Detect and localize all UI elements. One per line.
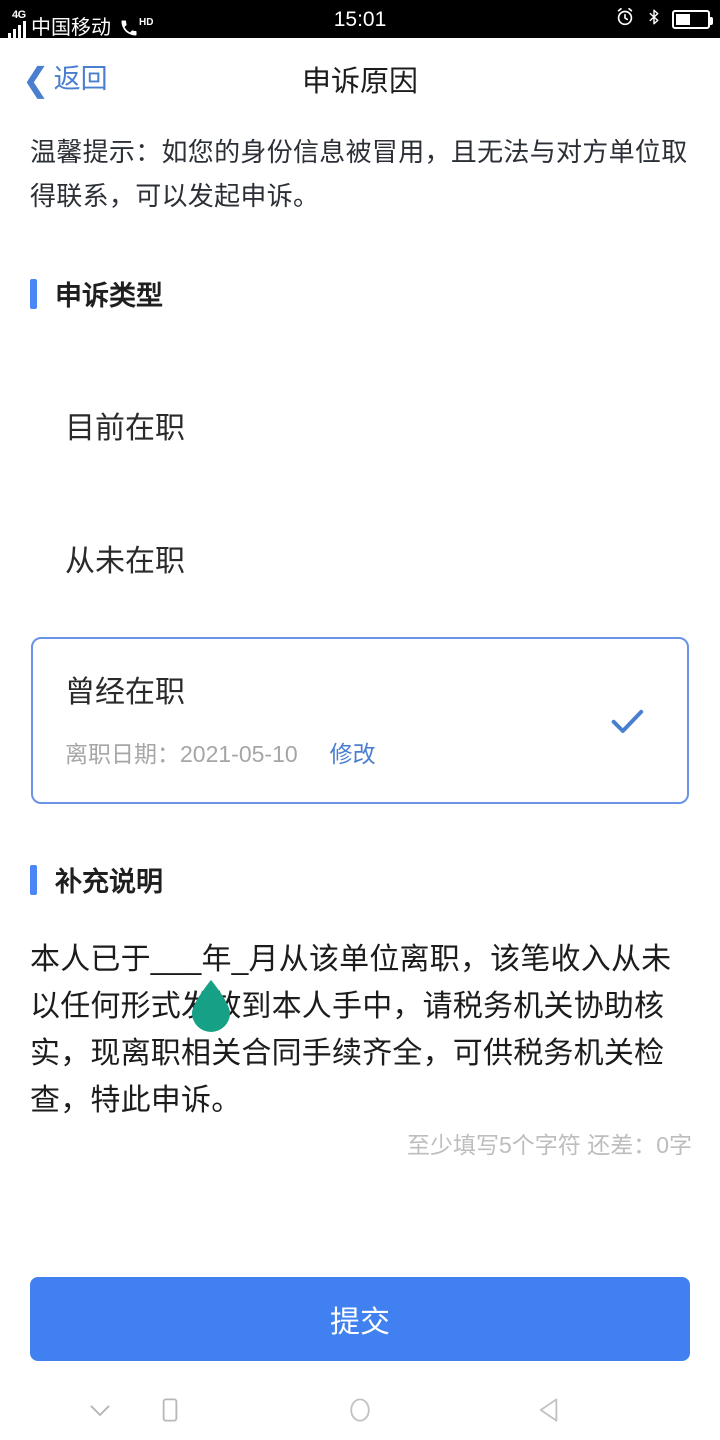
- status-bar: 4G 中国移动 HD 15:01: [0, 0, 720, 38]
- character-count-hint: 至少填写5个字符 还差：0字: [407, 1132, 692, 1158]
- appeal-type-option-currently-employed[interactable]: 目前在职: [31, 392, 689, 458]
- triangle-back-icon[interactable]: [505, 1380, 595, 1440]
- square-recents-icon[interactable]: [125, 1380, 215, 1440]
- section-title-label: 申诉类型: [55, 281, 163, 311]
- phone-screen: 4G 中国移动 HD 15:01 ❮ 返回 申诉原因 温馨提示：如您的身份信息被…: [0, 0, 720, 1440]
- section-title-label: 补充说明: [55, 867, 163, 897]
- submit-button[interactable]: 提交: [30, 1277, 690, 1361]
- alarm-clock-icon: [614, 6, 636, 32]
- bluetooth-icon: [645, 6, 663, 32]
- option-label: 曾经在职: [65, 676, 185, 709]
- resignation-date-label: 离职日期：: [65, 741, 180, 767]
- status-bar-clock: 15:01: [333, 7, 387, 31]
- page-title: 申诉原因: [301, 66, 418, 98]
- appeal-type-option-formerly-employed-selected[interactable]: 曾经在职 离职日期： 2021-05-10 修改: [31, 637, 689, 804]
- section-accent-bar: [30, 278, 37, 309]
- section-header-supplement: 补充说明: [30, 860, 163, 899]
- battery-icon: [672, 9, 713, 29]
- option-label: 目前在职: [65, 412, 185, 445]
- resignation-date-row: 离职日期： 2021-05-10 修改: [65, 735, 376, 769]
- resignation-date-value: 2021-05-10: [180, 741, 298, 767]
- circle-home-icon[interactable]: [315, 1380, 405, 1440]
- status-bar-right: [614, 0, 713, 38]
- appeal-type-option-never-employed[interactable]: 从未在职: [31, 525, 689, 591]
- submit-button-label: 提交: [330, 1306, 390, 1339]
- check-icon: [607, 701, 647, 741]
- section-accent-bar: [30, 864, 37, 895]
- edit-date-link[interactable]: 修改: [330, 735, 376, 769]
- app-header: ❮ 返回 申诉原因: [0, 38, 720, 120]
- supplement-textarea[interactable]: 本人已于___年_月从该单位离职，该笔收入从未以任何形式发放到本人手中，请税务机…: [30, 936, 692, 1124]
- tip-text: 温馨提示：如您的身份信息被冒用，且无法与对方单位取得联系，可以发起申诉。: [30, 137, 688, 211]
- section-header-appeal-type: 申诉类型: [30, 274, 163, 313]
- android-navigation-bar: [0, 1380, 720, 1440]
- option-label: 从未在职: [65, 545, 185, 578]
